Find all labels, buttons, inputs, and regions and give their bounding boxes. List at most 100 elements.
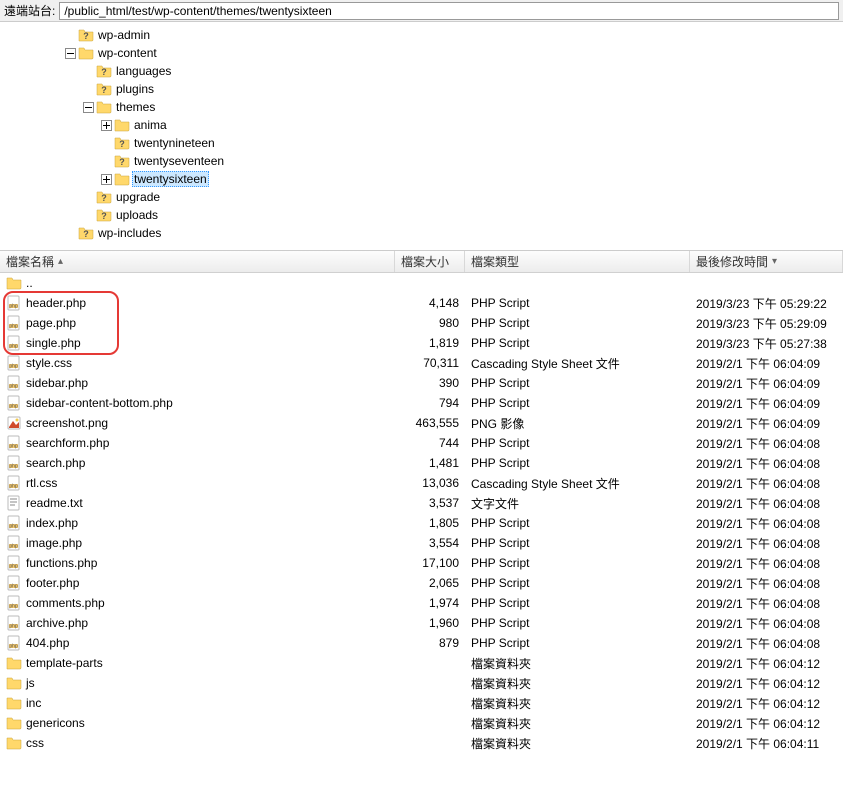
file-date: 2019/2/1 下午 06:04:08 [690, 535, 843, 552]
column-header-size[interactable]: 檔案大小 [395, 251, 465, 272]
file-row[interactable]: inc檔案資料夾2019/2/1 下午 06:04:12 [0, 693, 843, 713]
file-size: 1,960 [395, 616, 465, 630]
file-row[interactable]: php404.php879PHP Script2019/2/1 下午 06:04… [0, 633, 843, 653]
file-type: PNG 影像 [465, 415, 690, 432]
tree-node[interactable]: ?uploads [0, 206, 843, 224]
tree-node[interactable]: wp-content [0, 44, 843, 62]
tree-node-label: upgrade [114, 190, 162, 204]
tree-node[interactable]: ? twentynineteen [0, 134, 843, 152]
file-name: genericons [26, 716, 85, 730]
file-row[interactable]: phprtl.css13,036Cascading Style Sheet 文件… [0, 473, 843, 493]
file-type: 檔案資料夾 [465, 735, 690, 752]
tree-twisty-icon[interactable] [98, 171, 114, 187]
svg-text:?: ? [83, 31, 89, 41]
svg-text:php: php [9, 444, 18, 450]
file-size: 1,481 [395, 456, 465, 470]
svg-text:php: php [9, 384, 18, 390]
tree-twisty-icon [80, 207, 96, 223]
file-row[interactable]: phppage.php980PHP Script2019/3/23 下午 05:… [0, 313, 843, 333]
file-date: 2019/2/1 下午 06:04:08 [690, 495, 843, 512]
folder-icon [6, 715, 22, 731]
tree-node[interactable]: twentysixteen [0, 170, 843, 188]
php-file-icon: php [6, 595, 22, 611]
svg-text:?: ? [119, 139, 125, 149]
file-row[interactable]: phpsingle.php1,819PHP Script2019/3/23 下午… [0, 333, 843, 353]
tree-twisty-icon[interactable] [80, 99, 96, 115]
file-type: PHP Script [465, 616, 690, 630]
file-row[interactable]: js檔案資料夾2019/2/1 下午 06:04:12 [0, 673, 843, 693]
svg-text:?: ? [119, 157, 125, 167]
file-type: 文字文件 [465, 495, 690, 512]
file-row[interactable]: phpindex.php1,805PHP Script2019/2/1 下午 0… [0, 513, 843, 533]
tree-twisty-icon [80, 81, 96, 97]
file-row[interactable]: phpcomments.php1,974PHP Script2019/2/1 下… [0, 593, 843, 613]
tree-node[interactable]: ?languages [0, 62, 843, 80]
tree-node[interactable]: ?wp-admin [0, 26, 843, 44]
folder-icon [96, 99, 112, 115]
file-row[interactable]: phpfooter.php2,065PHP Script2019/2/1 下午 … [0, 573, 843, 593]
column-header-name[interactable]: 檔案名稱 ▴ [0, 251, 395, 272]
tree-node[interactable]: themes [0, 98, 843, 116]
file-row[interactable]: phpsidebar-content-bottom.php794PHP Scri… [0, 393, 843, 413]
tree-node[interactable]: ?upgrade [0, 188, 843, 206]
file-row[interactable]: phpstyle.css70,311Cascading Style Sheet … [0, 353, 843, 373]
tree-twisty-icon [80, 63, 96, 79]
folder-unknown-icon: ? [114, 135, 130, 151]
file-row[interactable]: phpimage.php3,554PHP Script2019/2/1 下午 0… [0, 533, 843, 553]
file-type: Cascading Style Sheet 文件 [465, 355, 690, 372]
file-type: PHP Script [465, 536, 690, 550]
file-row[interactable]: phpfunctions.php17,100PHP Script2019/2/1… [0, 553, 843, 573]
svg-text:php: php [9, 324, 18, 330]
file-date: 2019/2/1 下午 06:04:08 [690, 435, 843, 452]
folder-icon [78, 45, 94, 61]
file-name: single.php [26, 336, 81, 350]
file-name: style.css [26, 356, 72, 370]
file-row[interactable]: phpsidebar.php390PHP Script2019/2/1 下午 0… [0, 373, 843, 393]
file-size: 1,805 [395, 516, 465, 530]
file-row[interactable]: genericons檔案資料夾2019/2/1 下午 06:04:12 [0, 713, 843, 733]
file-size: 13,036 [395, 476, 465, 490]
tree-node[interactable]: ?plugins [0, 80, 843, 98]
folder-icon [6, 675, 22, 691]
file-name: image.php [26, 536, 82, 550]
file-row[interactable]: phparchive.php1,960PHP Script2019/2/1 下午… [0, 613, 843, 633]
folder-unknown-icon: ? [96, 81, 112, 97]
folder-icon [6, 655, 22, 671]
svg-text:php: php [9, 624, 18, 630]
svg-text:php: php [9, 544, 18, 550]
file-row[interactable]: readme.txt3,537文字文件2019/2/1 下午 06:04:08 [0, 493, 843, 513]
file-row[interactable]: template-parts檔案資料夾2019/2/1 下午 06:04:12 [0, 653, 843, 673]
tree-node-label: twentynineteen [132, 136, 217, 150]
file-row[interactable]: css檔案資料夾2019/2/1 下午 06:04:11 [0, 733, 843, 753]
file-name: functions.php [26, 556, 97, 570]
svg-text:?: ? [83, 229, 89, 239]
file-row[interactable]: phpsearchform.php744PHP Script2019/2/1 下… [0, 433, 843, 453]
file-row[interactable]: phpsearch.php1,481PHP Script2019/2/1 下午 … [0, 453, 843, 473]
column-header-type[interactable]: 檔案類型 [465, 251, 690, 272]
tree-node[interactable]: ?wp-includes [0, 224, 843, 242]
file-name: template-parts [26, 656, 103, 670]
tree-node[interactable]: anima [0, 116, 843, 134]
file-row[interactable]: .. [0, 273, 843, 293]
remote-tree[interactable]: ?wp-admin wp-content ?languages?pluginsthe… [0, 22, 843, 251]
remote-path-input[interactable] [59, 2, 839, 20]
folder-icon [6, 735, 22, 751]
tree-node-label: wp-content [96, 46, 159, 60]
file-type: 檔案資料夾 [465, 715, 690, 732]
column-header-name-label: 檔案名稱 [6, 253, 54, 270]
file-row[interactable]: screenshot.png463,555PNG 影像2019/2/1 下午 0… [0, 413, 843, 433]
tree-twisty-icon[interactable] [62, 45, 78, 61]
file-size: 1,819 [395, 336, 465, 350]
file-type: PHP Script [465, 456, 690, 470]
column-header-date[interactable]: 最後修改時間 ▾ [690, 251, 843, 272]
file-name: footer.php [26, 576, 79, 590]
tree-node[interactable]: ?twentyseventeen [0, 152, 843, 170]
file-date: 2019/2/1 下午 06:04:08 [690, 635, 843, 652]
file-type: 檔案資料夾 [465, 655, 690, 672]
file-row[interactable]: phpheader.php4,148PHP Script2019/3/23 下午… [0, 293, 843, 313]
svg-text:php: php [9, 304, 18, 310]
file-list[interactable]: ..phpheader.php4,148PHP Script2019/3/23 … [0, 273, 843, 753]
folder-icon [114, 117, 130, 133]
tree-twisty-icon[interactable] [98, 117, 114, 133]
remote-path-bar: 遠端站台: [0, 0, 843, 22]
